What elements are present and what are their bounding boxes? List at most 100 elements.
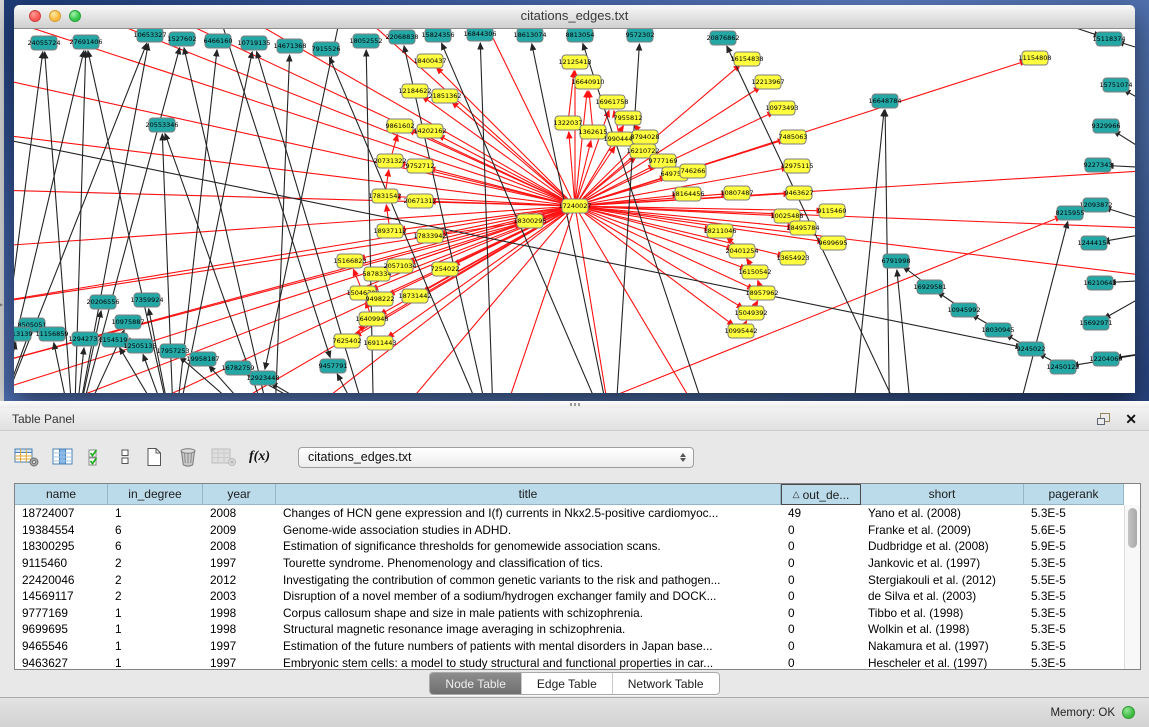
column-header-pagerank[interactable]: pagerank <box>1024 484 1124 505</box>
graph-node[interactable]: 12213967 <box>751 75 784 89</box>
column-header-title[interactable]: title <box>276 484 781 505</box>
graph-node[interactable]: 15049392 <box>734 306 767 320</box>
graph-node[interactable]: 10973493 <box>765 101 798 115</box>
close-window-button[interactable] <box>29 10 41 22</box>
graph-node[interactable]: 16782759 <box>221 361 254 375</box>
graph-node[interactable]: 18164456 <box>671 187 704 201</box>
table-row[interactable]: 911546021997Tourette syndrome. Phenomeno… <box>15 555 1140 572</box>
table-row[interactable]: 2242004622012Investigating the contribut… <box>15 571 1140 588</box>
graph-node[interactable]: 20206556 <box>86 295 119 309</box>
graph-node[interactable]: 17957253 <box>156 344 189 358</box>
graph-node[interactable]: 16929581 <box>913 280 946 294</box>
column-header-year[interactable]: year <box>203 484 276 505</box>
table-scrollbar[interactable] <box>1124 505 1140 669</box>
graph-node[interactable]: 7915526 <box>312 42 341 56</box>
graph-node[interactable]: 16844306 <box>463 29 496 41</box>
graph-node[interactable]: 746266 <box>680 164 706 178</box>
panel-collapse-handle[interactable]: ▸ <box>0 300 3 309</box>
graph-node[interactable]: 16154838 <box>730 52 763 66</box>
graph-node[interactable]: 7254022 <box>431 262 460 276</box>
graph-node[interactable]: 9115460 <box>818 204 847 218</box>
citation-edge-red[interactable] <box>14 224 521 393</box>
graph-node[interactable]: 9498222 <box>366 292 395 306</box>
graph-node[interactable]: 17359924 <box>130 293 163 307</box>
graph-node[interactable]: 20876862 <box>706 31 739 45</box>
graph-node[interactable]: 9572302 <box>626 29 655 42</box>
graph-node[interactable]: 13654923 <box>776 251 809 265</box>
citation-edge-red[interactable] <box>575 206 613 393</box>
network-canvas[interactable]: 2405572427691406106533271527602646616010… <box>14 29 1135 393</box>
minimize-window-button[interactable] <box>49 10 61 22</box>
graph-node[interactable]: 10945992 <box>947 303 980 317</box>
memory-status-indicator[interactable] <box>1122 706 1135 719</box>
graph-node[interactable]: 17831542 <box>368 189 401 203</box>
table-settings-button[interactable] <box>14 447 39 467</box>
table-row[interactable]: 1872400712008Changes of HCN gene express… <box>15 505 1140 522</box>
citation-edge-red[interactable] <box>575 170 1135 206</box>
graph-node[interactable]: 9861602 <box>386 119 415 133</box>
graph-node[interactable]: 9227343 <box>1084 158 1113 172</box>
graph-node[interactable]: 12125413 <box>558 55 591 69</box>
citation-edge-black[interactable] <box>174 52 252 393</box>
graph-node[interactable]: 12942737 <box>68 332 101 346</box>
table-row[interactable]: 1830029562008Estimation of significance … <box>15 538 1140 555</box>
graph-node[interactable]: 18400437 <box>413 54 446 68</box>
merge-rows-button[interactable] <box>119 447 131 467</box>
graph-node[interactable]: 10995442 <box>724 324 757 338</box>
graph-node[interactable]: 16640910 <box>571 75 604 89</box>
citation-edge-red[interactable] <box>575 141 591 206</box>
graph-node[interactable]: 12450122 <box>1046 360 1079 374</box>
row-select-button[interactable] <box>87 447 107 467</box>
column-header-short[interactable]: short <box>861 484 1024 505</box>
graph-node[interactable]: 18731442 <box>398 289 431 303</box>
function-builder-button[interactable]: f(x) <box>249 449 270 465</box>
graph-node[interactable]: 16961758 <box>595 95 628 109</box>
graph-node[interactable]: 12204060 <box>1089 352 1122 366</box>
graph-node[interactable]: 10807487 <box>720 186 753 200</box>
graph-node[interactable]: 14202162 <box>413 124 446 138</box>
citation-edge-black[interactable] <box>885 110 890 393</box>
graph-node[interactable]: 11154808 <box>1018 51 1051 65</box>
citation-edge-black[interactable] <box>850 110 884 393</box>
graph-node[interactable]: 15751074 <box>1099 78 1132 92</box>
graph-node[interactable]: 8813054 <box>566 29 595 42</box>
graph-node[interactable]: 9329966 <box>1092 119 1121 133</box>
graph-node[interactable]: 20731322 <box>373 154 406 168</box>
graph-node[interactable]: 22068838 <box>385 30 418 44</box>
citation-edge-red[interactable] <box>575 206 743 308</box>
graph-node[interactable]: 15118374 <box>1092 32 1125 46</box>
citation-edge-black[interactable] <box>1004 29 1101 36</box>
delete-table-button[interactable] <box>177 447 199 467</box>
column-header-name[interactable]: name <box>15 484 108 505</box>
graph-node[interactable]: 11156859 <box>35 327 68 341</box>
graph-node[interactable]: 27691406 <box>69 35 102 49</box>
citation-edge-black[interactable] <box>897 270 914 393</box>
citation-edge-red[interactable] <box>351 29 575 206</box>
graph-node[interactable]: 10975887 <box>111 315 144 329</box>
graph-node[interactable]: 18613074 <box>513 29 546 42</box>
citation-edge-black[interactable] <box>1114 131 1135 169</box>
citation-edge-black[interactable] <box>54 343 74 393</box>
graph-node[interactable]: 12444154 <box>1077 236 1110 250</box>
graph-node[interactable]: 1527602 <box>168 32 197 46</box>
graph-node[interactable]: 9245022 <box>1017 342 1046 356</box>
citation-edge-red[interactable] <box>222 29 575 206</box>
tab-edge-table[interactable]: Edge Table <box>522 673 613 694</box>
graph-node[interactable]: 9777169 <box>649 154 678 168</box>
graph-node[interactable]: 7955812 <box>614 111 643 125</box>
show-columns-button[interactable] <box>51 447 75 467</box>
table-row[interactable]: 1456911722003Disruption of a novel membe… <box>15 588 1140 605</box>
graph-node[interactable]: 20671312 <box>403 194 436 208</box>
graph-node[interactable]: 17833942 <box>413 229 446 243</box>
citation-edge-red[interactable] <box>575 206 1135 229</box>
graph-node[interactable]: 18495784 <box>786 221 819 235</box>
graph-node[interactable]: 17240027 <box>558 199 591 213</box>
graph-node[interactable]: 8215955 <box>1056 206 1085 220</box>
tab-node-table[interactable]: Node Table <box>430 673 522 694</box>
new-table-button[interactable] <box>143 447 165 467</box>
citation-edge-black[interactable] <box>1105 208 1135 229</box>
graph-node[interactable]: 10719135 <box>237 36 270 50</box>
table-row[interactable]: 946362711997Embryonic stem cells: a mode… <box>15 654 1140 670</box>
graph-node[interactable]: 18052552 <box>349 34 382 48</box>
table-row[interactable]: 946554611997Estimation of the future num… <box>15 638 1140 655</box>
